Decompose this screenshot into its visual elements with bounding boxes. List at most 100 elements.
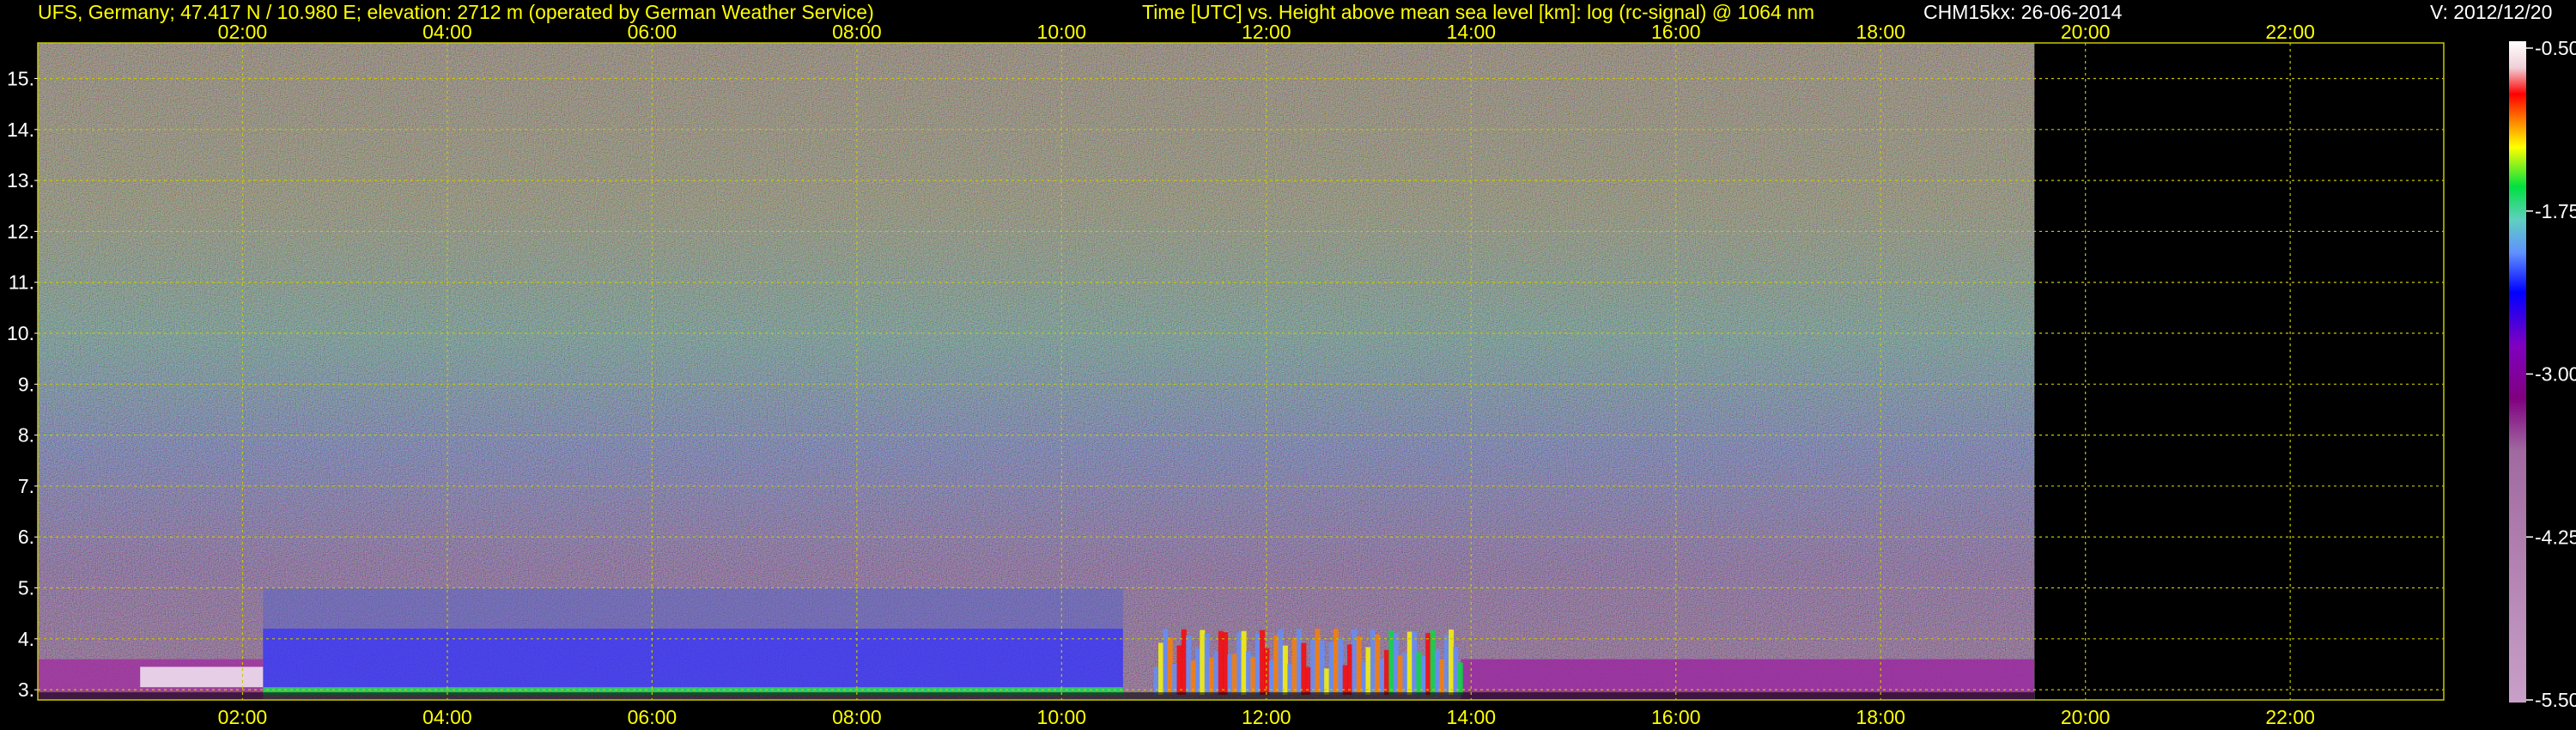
convective-plume — [1425, 633, 1431, 696]
colorbar: -0.50 -1.75 -3.00 -4.25 -5.50 — [2509, 37, 2576, 711]
convective-plume — [1420, 655, 1426, 696]
convective-plume — [1264, 648, 1270, 696]
convective-plume — [1338, 638, 1344, 696]
y-tick-label: 5. — [18, 577, 34, 599]
convective-plume — [1213, 651, 1219, 696]
convective-plume — [1383, 649, 1389, 696]
boundary-layer-band — [263, 628, 1123, 688]
convective-plume — [1370, 630, 1376, 696]
x-tick-label-bottom: 04:00 — [422, 706, 472, 728]
y-tick-label: 9. — [18, 373, 34, 395]
y-tick-label: 10. — [7, 322, 34, 344]
convective-plume — [1218, 630, 1224, 696]
x-tick-label-top: 12:00 — [1242, 21, 1291, 43]
convective-plume — [1453, 646, 1459, 696]
convective-plume — [1200, 630, 1206, 696]
convective-plume — [1310, 639, 1316, 696]
x-tick-label-bottom: 18:00 — [1856, 706, 1905, 728]
x-tick-label-bottom: 08:00 — [832, 706, 882, 728]
convective-plume — [1398, 655, 1404, 696]
convective-plume — [1430, 630, 1436, 696]
colorbar-label: -5.50 — [2535, 689, 2576, 711]
convective-plume — [1167, 637, 1173, 696]
convective-plume — [1176, 645, 1182, 696]
convective-plume — [1347, 644, 1353, 696]
convective-plume — [1406, 631, 1413, 696]
convective-plume — [1449, 630, 1455, 696]
convective-plume — [1416, 652, 1422, 696]
convective-plume — [1393, 632, 1399, 696]
convective-plume — [1365, 647, 1371, 696]
y-tick-label: 8. — [18, 424, 34, 447]
x-tick-label-top: 04:00 — [422, 21, 472, 43]
convective-plume — [1241, 630, 1247, 696]
convective-plume — [1301, 642, 1307, 696]
colorbar-scale — [2509, 41, 2526, 703]
surface-band — [38, 692, 2035, 700]
convective-plume — [1209, 657, 1215, 696]
x-tick-label-top: 14:00 — [1446, 21, 1496, 43]
colorbar-label: -1.75 — [2535, 200, 2576, 222]
convective-plume — [1388, 630, 1394, 696]
y-tick-label: 3. — [18, 678, 34, 701]
y-tick-label: 12. — [7, 220, 34, 242]
y-tick-label: 14. — [7, 119, 34, 141]
colorbar-label: -0.50 — [2535, 37, 2576, 59]
heatmap-layer — [38, 43, 2035, 700]
x-ticks-bottom: 02:00 04:00 06:00 08:00 10:00 12:00 14:00 16:00… — [218, 706, 2315, 728]
convective-plume — [1194, 648, 1200, 696]
convective-plume — [1434, 649, 1440, 696]
colorbar-label: -4.25 — [2535, 526, 2576, 548]
x-tick-label-top: 02:00 — [218, 21, 268, 43]
convective-plume — [1324, 668, 1330, 696]
colorbar-label: -3.00 — [2535, 363, 2576, 386]
x-tick-label-bottom: 20:00 — [2061, 706, 2111, 728]
x-tick-label-bottom: 16:00 — [1651, 706, 1701, 728]
convective-plume — [1402, 653, 1408, 696]
x-tick-label-top: 18:00 — [1856, 21, 1905, 43]
x-tick-label-bottom: 10:00 — [1037, 706, 1087, 728]
y-tick-label: 4. — [18, 628, 34, 650]
colorbar-labels: -0.50 -1.75 -3.00 -4.25 -5.50 — [2526, 37, 2576, 711]
y-tick-label: 15. — [7, 68, 34, 90]
convective-plume — [1328, 642, 1334, 696]
x-tick-label-bottom: 06:00 — [628, 706, 677, 728]
y-tick-label: 6. — [18, 526, 34, 548]
header-version: V: 2012/12/20 — [2430, 1, 2552, 23]
x-tick-label-bottom: 02:00 — [218, 706, 268, 728]
y-tick-label: 13. — [7, 169, 34, 192]
x-tick-label-bottom: 14:00 — [1446, 706, 1496, 728]
convective-plume — [1412, 631, 1418, 696]
convective-plume — [1260, 630, 1266, 696]
convective-plume — [1153, 666, 1159, 696]
convective-plume — [1319, 640, 1325, 696]
convective-plume — [1245, 651, 1251, 696]
convective-plume — [1342, 665, 1348, 696]
x-tick-label-bottom: 12:00 — [1242, 706, 1291, 728]
convective-plume — [1356, 636, 1362, 696]
x-tick-label-top: 08:00 — [832, 21, 882, 43]
y-ticks: 3. 4. 5. 6. 7. 8. 9. 10. 11. 12. 13. 14. 15. — [7, 68, 38, 701]
y-tick-label: 7. — [18, 475, 34, 497]
convective-plume — [1227, 654, 1233, 696]
convective-plume — [1158, 642, 1164, 696]
boundary-layer-band — [263, 587, 1123, 629]
x-tick-label-top: 10:00 — [1037, 21, 1087, 43]
convective-plume — [1223, 632, 1229, 696]
convective-plume — [1291, 637, 1297, 696]
x-tick-label-bottom: 22:00 — [2265, 706, 2315, 728]
convective-plume — [1443, 635, 1449, 696]
ceilometer-chart: UFS, Germany; 47.417 N / 10.980 E; eleva… — [7, 1, 2576, 728]
y-tick-label: 11. — [9, 271, 34, 294]
x-ticks-top: 02:00 04:00 06:00 08:00 10:00 12:00 14:00 16:00… — [218, 21, 2315, 43]
convective-plume — [1305, 666, 1311, 696]
convective-plume — [1204, 633, 1210, 696]
x-tick-label-top: 20:00 — [2061, 21, 2111, 43]
convective-plume — [1186, 635, 1192, 696]
low-cloud-band — [140, 666, 264, 688]
x-tick-label-top: 06:00 — [628, 21, 677, 43]
convective-plume — [1250, 657, 1256, 696]
x-tick-label-top: 22:00 — [2265, 21, 2315, 43]
convective-plume — [1282, 645, 1288, 696]
convective-plume — [1236, 632, 1242, 696]
